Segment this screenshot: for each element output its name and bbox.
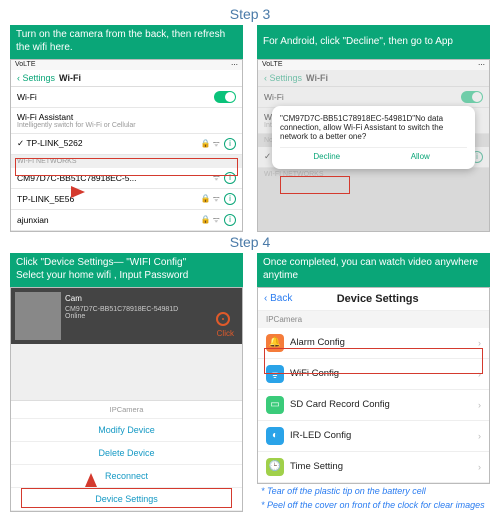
time-setting[interactable]: 🕒Time Setting› <box>258 452 489 483</box>
delete-device[interactable]: Delete Device <box>11 442 242 465</box>
wifi-toggle-row[interactable]: Wi-Fi <box>11 87 242 108</box>
device-settings[interactable]: Device Settings <box>11 488 242 511</box>
camera-section: Cam CM97D7C-BB51C78918EC-54981DOnline Cl… <box>11 288 242 344</box>
nav-title: Wi-Fi <box>59 73 81 83</box>
wifi-icon: ᯤ <box>266 365 284 383</box>
network-row-2[interactable]: TP-LINK_5E56 🔒 ᯤi <box>11 189 242 210</box>
thumbnail <box>15 292 61 340</box>
bell-icon: 🔔 <box>266 334 284 352</box>
dialog-message: "CM97D7C-BB51C78918EC-54981D"No data con… <box>280 114 467 141</box>
step3-label: Step 3 <box>10 6 490 23</box>
page-title: Device Settings <box>272 293 483 305</box>
toggle-icon[interactable] <box>214 91 236 103</box>
bl-phone: Cam CM97D7C-BB51C78918EC-54981DOnline Cl… <box>10 287 243 512</box>
ir-icon: ◐ <box>266 427 284 445</box>
network-row-3[interactable]: ajunxian 🔒 ᯤi <box>11 210 242 231</box>
tl-phone: VoLTE⋯ ‹ Settings Wi-Fi Wi-Fi Wi-Fi Assi… <box>10 59 243 232</box>
tr-banner: For Android, click "Decline", then go to… <box>257 25 490 59</box>
section-header: WI-FI NETWORKS <box>11 155 242 168</box>
ir-config[interactable]: ◐IR-LED Config› <box>258 421 489 452</box>
tl-banner: Turn on the camera from the back, then r… <box>10 25 243 59</box>
wifi-assist-row[interactable]: Wi-Fi Assistant Intelligently switch for… <box>11 108 242 134</box>
decline-button[interactable]: Decline <box>280 152 374 161</box>
allow-button[interactable]: Allow <box>374 152 468 161</box>
sd-icon: ▭ <box>266 396 284 414</box>
note-1: * Tear off the plastic tip on the batter… <box>257 484 490 498</box>
arrow-up-icon <box>85 473 97 487</box>
network-row-1[interactable]: CM97D7C-BB51C78918EC-5... ᯤi <box>11 168 242 189</box>
connected-network[interactable]: ✓ TP-LINK_5262 🔒 ᯤi <box>11 134 242 155</box>
subheader: IPCamera <box>258 311 489 328</box>
br-banner: Once completed, you can watch video anyw… <box>257 253 490 287</box>
reconnect[interactable]: Reconnect <box>11 465 242 488</box>
wifi-config[interactable]: ᯤWiFi Config› <box>258 359 489 390</box>
info-icon: i <box>224 138 236 150</box>
click-icon[interactable] <box>216 312 230 326</box>
clock-icon: 🕒 <box>266 458 284 476</box>
step4-label: Step 4 <box>10 234 490 251</box>
click-label: Click <box>217 329 234 338</box>
alarm-config[interactable]: 🔔Alarm Config› <box>258 328 489 359</box>
arrow-icon <box>71 186 85 198</box>
tr-phone: VoLTE⋯ ‹ Settings Wi-Fi Wi-Fi Wi-Fi Assi… <box>257 59 490 232</box>
sd-config[interactable]: ▭SD Card Record Config› <box>258 390 489 421</box>
action-sheet: IPCamera Modify Device Delete Device Rec… <box>11 400 242 511</box>
modify-device[interactable]: Modify Device <box>11 419 242 442</box>
bl-banner: Click "Device Settings— "WIFI Config" Se… <box>10 253 243 287</box>
br-phone: ‹ Back Device Settings IPCamera 🔔Alarm C… <box>257 287 490 484</box>
sheet-header: IPCamera <box>11 401 242 419</box>
dialog: "CM97D7C-BB51C78918EC-54981D"No data con… <box>272 106 475 169</box>
back-settings[interactable]: ‹ Settings <box>17 73 55 83</box>
